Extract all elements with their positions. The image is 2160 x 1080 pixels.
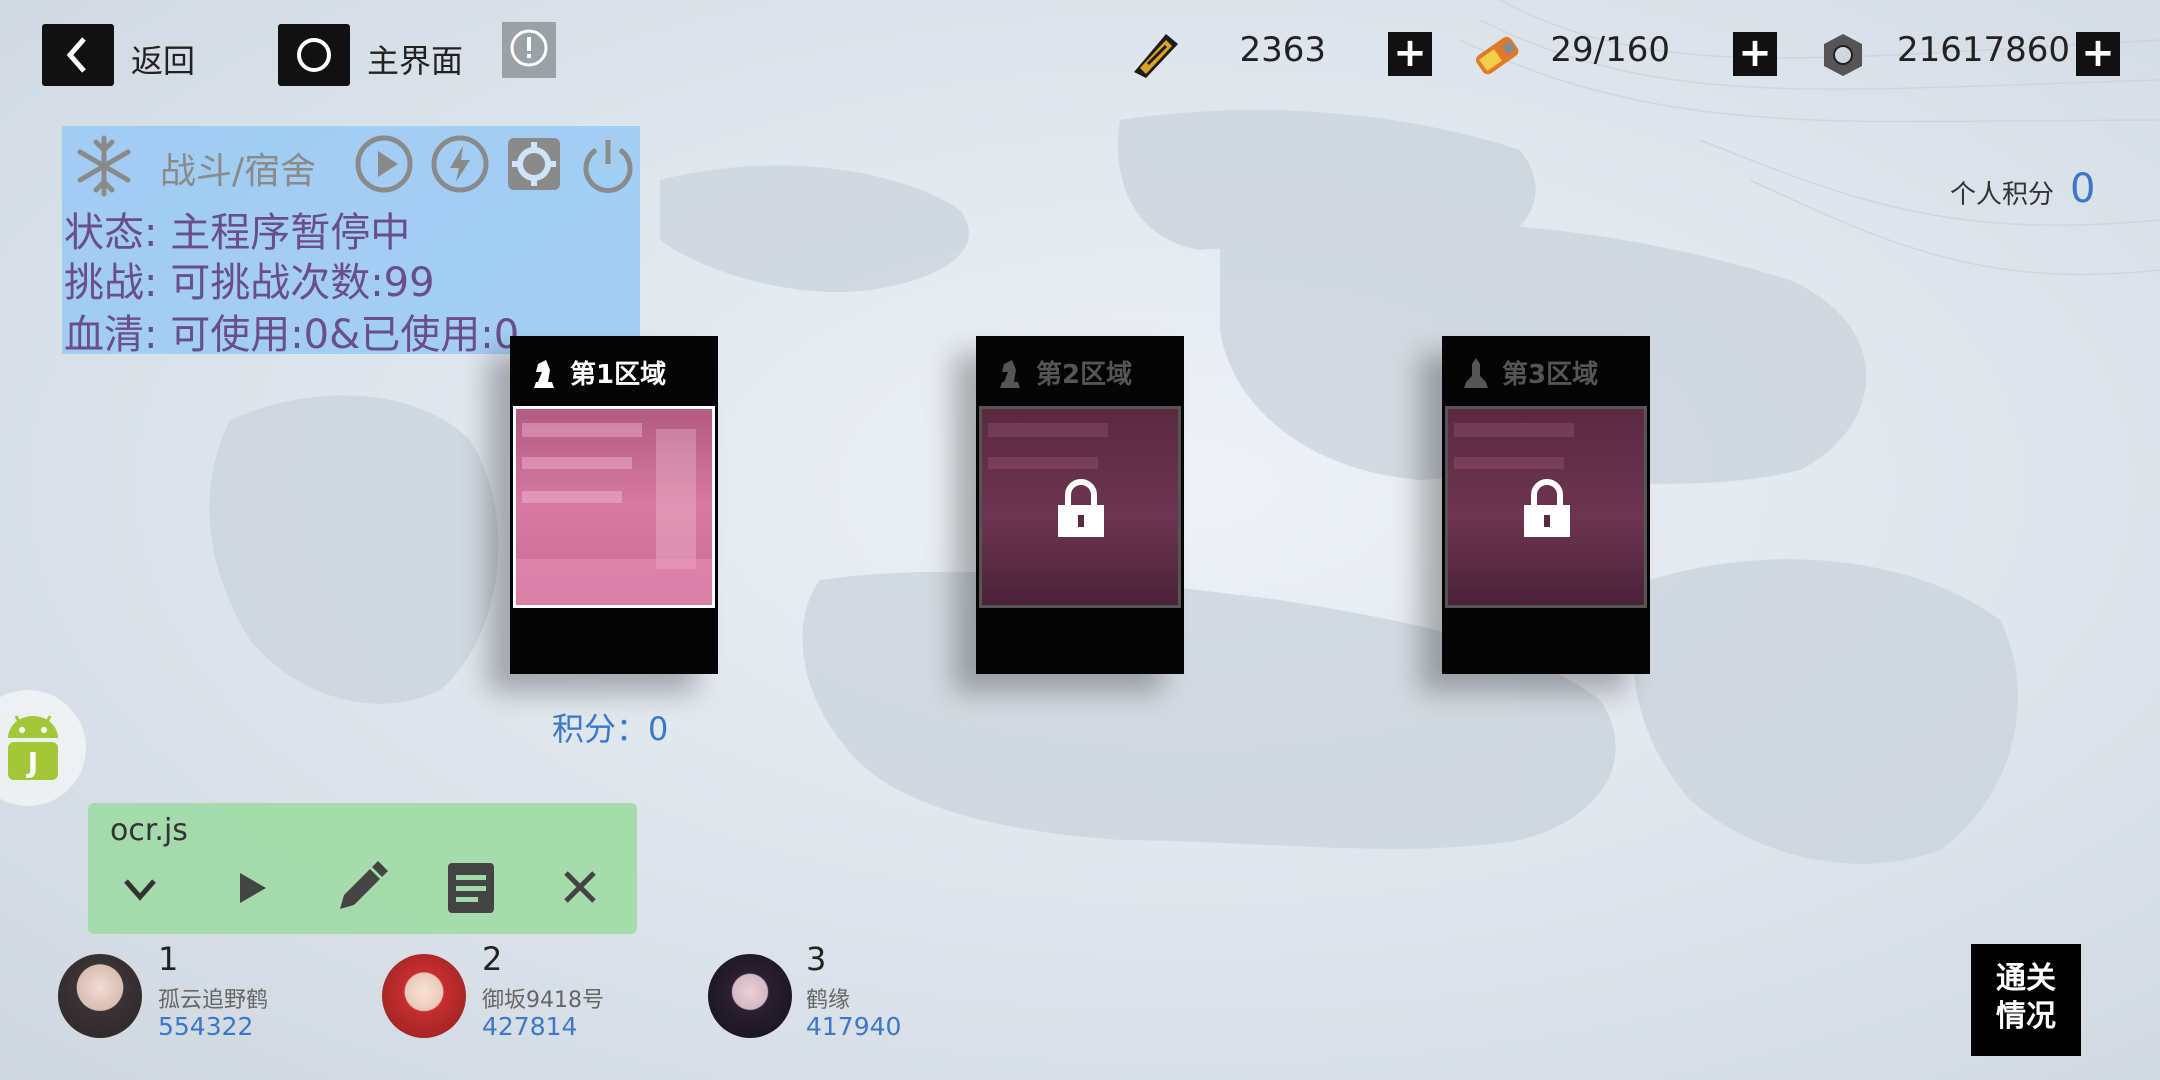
circle-icon — [297, 38, 331, 72]
avatar[interactable] — [382, 954, 466, 1038]
script-mode-title: 战斗/宿舍 — [160, 151, 317, 192]
document-lines-icon[interactable] — [444, 859, 498, 917]
personal-score-value: 0 — [2070, 166, 2096, 212]
power-icon[interactable] — [578, 134, 638, 194]
area-card-3-title: 第3区域 — [1502, 360, 1599, 390]
avatar[interactable] — [58, 954, 142, 1038]
lock-icon — [1524, 479, 1570, 537]
area-card-1-image — [513, 406, 715, 608]
area-card-3-image — [1445, 406, 1647, 608]
android-js-icon: J — [8, 715, 58, 780]
area-card-1[interactable]: 第1区域 — [510, 336, 718, 674]
rank-player-name: 御坂9418号 — [482, 988, 604, 1013]
play-circle-icon[interactable] — [354, 134, 414, 194]
ammo-clip-icon — [1134, 34, 1178, 78]
play-icon[interactable] — [228, 865, 274, 911]
area-card-2[interactable]: 第2区域 — [976, 336, 1184, 674]
add-battery-button[interactable]: + — [1733, 32, 1777, 76]
battery-canister-icon — [1476, 36, 1519, 75]
script-control-panel: 战斗/宿舍 状态: 主程序暂停中 挑战: 可挑战次数:99 血清: 可使用:0&… — [62, 126, 640, 358]
personal-score-label: 个人积分 — [1950, 180, 2055, 210]
area-card-3[interactable]: 第3区域 — [1442, 336, 1650, 674]
chevron-down-icon[interactable] — [118, 867, 162, 911]
chevron-left-icon — [66, 37, 86, 73]
add-ammo-button[interactable]: + — [1388, 32, 1432, 76]
snowflake-icon[interactable] — [68, 130, 140, 202]
resource-ammo-value: 2363 — [1239, 30, 1326, 70]
chess-knight-icon — [1000, 360, 1020, 388]
gear-icon[interactable] — [504, 134, 564, 194]
home-button[interactable] — [278, 24, 350, 86]
clear-status-line-2: 情况 — [1996, 999, 2056, 1034]
rank-player-score: 417940 — [806, 1012, 902, 1041]
rank-number: 2 — [482, 940, 503, 978]
rank-player-name: 鹤缘 — [806, 988, 851, 1013]
info-alert-icon — [510, 29, 548, 67]
script-serum-text: 血清: 可使用:0&已使用:0 — [64, 312, 520, 358]
rank-number: 1 — [158, 940, 179, 978]
lock-icon — [1058, 479, 1104, 537]
clear-status-button[interactable]: 通关 情况 — [1971, 944, 2081, 1056]
pencil-icon[interactable] — [334, 861, 388, 915]
info-button[interactable] — [502, 22, 556, 78]
rank-player-name: 孤云追野鹤 — [158, 988, 269, 1013]
svg-text:J: J — [26, 746, 38, 779]
add-nut-button[interactable]: + — [2076, 32, 2120, 76]
area-card-2-image — [979, 406, 1181, 608]
home-label[interactable]: 主界面 — [367, 36, 463, 82]
clear-status-line-1: 通关 — [1996, 961, 2056, 996]
ocr-filename: ocr.js — [110, 813, 188, 848]
script-challenge-text: 挑战: 可挑战次数:99 — [64, 260, 435, 306]
close-icon[interactable] — [558, 865, 602, 909]
chess-king-icon — [1464, 358, 1488, 388]
resource-battery-value: 29/160 — [1550, 30, 1670, 70]
resource-nut-value: 21617860 — [1896, 30, 2070, 70]
chess-knight-icon — [534, 360, 554, 388]
avatar[interactable] — [708, 954, 792, 1038]
rank-player-score: 554322 — [158, 1012, 254, 1041]
ocr-script-panel: ocr.js — [88, 803, 637, 934]
back-label[interactable]: 返回 — [131, 36, 195, 82]
area-card-1-title: 第1区域 — [570, 360, 667, 390]
rank-player-score: 427814 — [482, 1012, 578, 1041]
area-score-text: 积分：0 — [552, 710, 669, 748]
hex-nut-icon — [1824, 34, 1862, 76]
back-button[interactable] — [42, 24, 114, 86]
area-card-2-title: 第2区域 — [1036, 360, 1133, 390]
lightning-circle-icon[interactable] — [430, 134, 490, 194]
rank-number: 3 — [806, 940, 827, 978]
